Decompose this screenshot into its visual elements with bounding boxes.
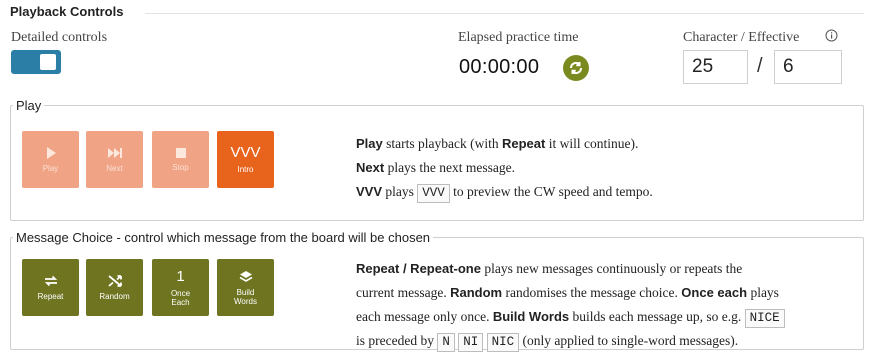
elapsed-time-value: 00:00:00: [459, 56, 540, 78]
once-each-button-label: Once Each: [170, 288, 191, 307]
detailed-controls-toggle[interactable]: [11, 50, 61, 74]
play-help: Play starts playback (with Repeat it wil…: [356, 132, 653, 204]
message-help-line-4: is preceded by N NI NIC (only applied to…: [356, 329, 785, 353]
message-help-line-3: each message only once. Build Words buil…: [356, 305, 785, 329]
stop-button[interactable]: Stop: [152, 131, 209, 188]
build-words-button[interactable]: Build Words: [217, 259, 274, 316]
repeat-button-label: Repeat: [37, 292, 64, 301]
character-speed-input[interactable]: 25: [683, 50, 748, 84]
speed-label: Character / Effective: [683, 30, 800, 45]
play-help-line-1: Play starts playback (with Repeat it wil…: [356, 136, 639, 151]
once-glyph: 1: [176, 267, 185, 285]
code-nice: NICE: [744, 309, 785, 328]
play-help-line-2: Next plays the next message.: [356, 160, 516, 175]
intro-button-label: Intro: [237, 165, 254, 174]
detailed-controls-label: Detailed controls: [11, 30, 108, 45]
next-icon: [107, 148, 122, 158]
build-words-button-label: Build Words: [234, 287, 257, 306]
message-help-line-2: current message. Random randomises the m…: [356, 285, 779, 300]
intro-button[interactable]: VVV Intro: [217, 131, 274, 188]
stop-icon: [175, 148, 186, 158]
refresh-icon: [569, 62, 583, 74]
play-button-label: Play: [42, 164, 59, 173]
next-button-label: Next: [106, 164, 123, 173]
layers-icon: [239, 270, 252, 282]
effective-speed-input[interactable]: 6: [774, 50, 842, 84]
once-each-button[interactable]: 1 Once Each: [152, 259, 209, 316]
shuffle-icon: [107, 275, 122, 287]
elapsed-time-label: Elapsed practice time: [458, 30, 579, 45]
random-button[interactable]: Random: [86, 259, 143, 316]
section-divider: [145, 13, 864, 14]
code-n: N: [437, 333, 455, 352]
message-choice-legend: Message Choice - control which message f…: [16, 230, 431, 245]
code-vvv: VVV: [417, 184, 450, 203]
code-ni: NI: [458, 333, 484, 352]
code-nic: NIC: [486, 333, 520, 352]
section-title: Playback Controls: [10, 4, 124, 19]
play-help-line-3: VVV plays VVV to preview the CW speed an…: [356, 180, 653, 204]
info-icon[interactable]: [825, 29, 838, 42]
repeat-button[interactable]: Repeat: [22, 259, 79, 316]
repeat-icon: [44, 275, 57, 287]
message-help-line-1: Repeat / Repeat-one plays new messages c…: [356, 261, 743, 276]
random-button-label: Random: [99, 292, 130, 301]
vvv-glyph: VVV: [230, 144, 261, 161]
speed-separator: /: [757, 55, 763, 77]
play-icon: [46, 147, 56, 159]
play-legend: Play: [16, 98, 42, 113]
next-button[interactable]: Next: [86, 131, 143, 188]
message-help: Repeat / Repeat-one plays new messages c…: [356, 257, 785, 353]
reset-timer-button[interactable]: [563, 55, 589, 81]
play-button[interactable]: Play: [22, 131, 79, 188]
toggle-knob: [40, 54, 56, 70]
stop-button-label: Stop: [172, 163, 189, 172]
